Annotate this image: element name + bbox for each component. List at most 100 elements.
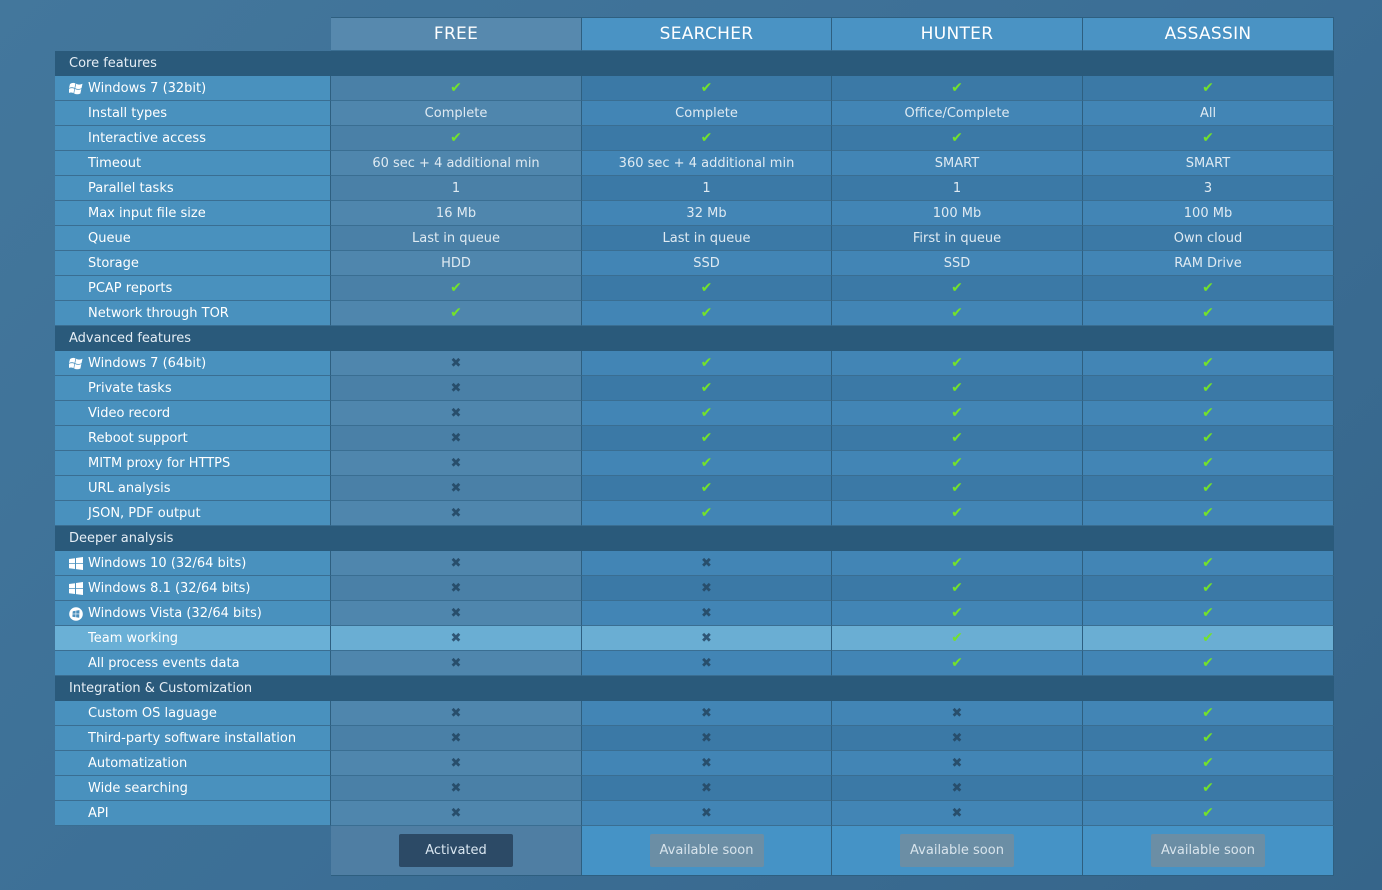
plan-value-cell: ✖: [582, 576, 832, 601]
feature-label-cell: PCAP reports: [55, 276, 331, 301]
table-row: Max input file size 16 Mb 32 Mb 100 Mb 100 M…: [55, 201, 1334, 226]
feature-label: Max input file size: [88, 205, 206, 221]
plans-header-row: FREE SEARCHER HUNTER ASSASSIN: [55, 17, 1334, 51]
plan-value-cell: 100 Mb: [832, 201, 1083, 226]
check-icon: ✔: [1202, 480, 1214, 496]
check-icon: ✔: [450, 130, 462, 146]
cross-icon: ✖: [450, 730, 462, 746]
cross-icon: ✖: [450, 405, 462, 421]
cross-icon: ✖: [951, 730, 963, 746]
feature-label: Windows Vista (32/64 bits): [88, 605, 262, 621]
plan-value-cell: ✔: [582, 276, 832, 301]
plan-value-cell: ✔: [1083, 726, 1334, 751]
plan-value: Own cloud: [1173, 230, 1243, 246]
cross-icon: ✖: [450, 355, 462, 371]
feature-label-cell: Max input file size: [55, 201, 331, 226]
cross-icon: ✖: [701, 605, 712, 621]
check-icon: ✔: [1202, 655, 1214, 671]
plan-value-cell: SSD: [832, 251, 1083, 276]
feature-label: Third-party software installation: [88, 730, 297, 746]
plan-value-cell: ✖: [331, 626, 582, 651]
cross-icon: ✖: [701, 755, 712, 771]
plan-value-cell: ✔: [832, 576, 1083, 601]
plan-value-cell: 1: [582, 176, 832, 201]
table-row: Wide searching ✖ ✖ ✖ ✔: [55, 776, 1334, 801]
available-soon-button-searcher[interactable]: Available soon: [649, 834, 764, 867]
plan-value-cell: First in queue: [832, 226, 1083, 251]
windows-7-icon: [68, 82, 83, 95]
plan-value: 100 Mb: [932, 205, 982, 221]
check-icon: ✔: [1202, 805, 1214, 821]
plan-value-cell: ✖: [582, 551, 832, 576]
feature-label: Wide searching: [88, 780, 188, 796]
feature-label-cell: Timeout: [55, 151, 331, 176]
check-icon: ✔: [450, 80, 462, 96]
feature-label: Network through TOR: [88, 305, 229, 321]
activated-button[interactable]: Activated: [399, 834, 513, 867]
plan-value: SSD: [693, 255, 720, 271]
feature-label-cell: Windows 7 (32bit): [55, 76, 331, 101]
plan-value: RAM Drive: [1174, 255, 1242, 271]
plan-value-cell: ✖: [331, 476, 582, 501]
check-icon: ✔: [700, 280, 713, 296]
feature-label-cell: Network through TOR: [55, 301, 331, 326]
cross-icon: ✖: [951, 755, 963, 771]
footer-cell-free: Activated: [331, 826, 582, 876]
plan-value-cell: 360 sec + 4 additional min: [582, 151, 832, 176]
plan-value-cell: ✖: [331, 776, 582, 801]
windows-10-icon: [69, 557, 83, 570]
table-row: Parallel tasks 1 1 1 3: [55, 176, 1334, 201]
cross-icon: ✖: [450, 555, 462, 571]
plan-value-cell: ✔: [1083, 276, 1334, 301]
check-icon: ✔: [951, 405, 963, 421]
cross-icon: ✖: [701, 780, 712, 796]
table-row: API ✖ ✖ ✖ ✔: [55, 801, 1334, 826]
plan-value-cell: ✔: [582, 476, 832, 501]
cross-icon: ✖: [450, 780, 462, 796]
plan-value-cell: ✔: [1083, 751, 1334, 776]
table-row: Video record ✖ ✔ ✔ ✔: [55, 401, 1334, 426]
cross-icon: ✖: [701, 580, 712, 596]
plan-value-cell: ✔: [582, 76, 832, 101]
check-icon: ✔: [951, 430, 963, 446]
check-icon: ✔: [951, 655, 963, 671]
feature-label-cell: Install types: [55, 101, 331, 126]
footer-cell-hunter: Available soon: [832, 826, 1083, 876]
plan-value-cell: ✖: [331, 401, 582, 426]
feature-label: Interactive access: [88, 130, 206, 146]
check-icon: ✔: [1202, 605, 1214, 621]
cross-icon: ✖: [450, 705, 462, 721]
plan-value-cell: ✖: [582, 651, 832, 676]
table-row: Team working ✖ ✖ ✔ ✔: [55, 626, 1334, 651]
cross-icon: ✖: [701, 555, 712, 571]
feature-label-cell: Custom OS laguage: [55, 701, 331, 726]
check-icon: ✔: [951, 80, 963, 96]
plan-value-cell: HDD: [331, 251, 582, 276]
feature-label-cell: Private tasks: [55, 376, 331, 401]
plan-value-cell: ✔: [1083, 651, 1334, 676]
plan-value-cell: ✖: [582, 701, 832, 726]
plan-value-cell: ✔: [832, 351, 1083, 376]
plan-value-cell: ✔: [331, 126, 582, 151]
check-icon: ✔: [1202, 280, 1214, 296]
feature-label-cell: Windows 10 (32/64 bits): [55, 551, 331, 576]
plan-value-cell: ✔: [1083, 351, 1334, 376]
plan-value-cell: ✔: [582, 301, 832, 326]
plan-value-cell: ✖: [331, 601, 582, 626]
table-row: Storage HDD SSD SSD RAM Drive: [55, 251, 1334, 276]
available-soon-button-assassin[interactable]: Available soon: [1151, 834, 1265, 867]
feature-label: Team working: [88, 630, 179, 646]
plan-value: All: [1199, 105, 1217, 121]
plan-value-cell: SMART: [832, 151, 1083, 176]
plan-value-cell: ✔: [582, 401, 832, 426]
plan-value: 32 Mb: [686, 205, 727, 221]
plan-value: Complete: [675, 105, 738, 121]
windows-7-icon: [68, 357, 83, 370]
plan-value-cell: ✖: [331, 751, 582, 776]
check-icon: ✔: [1202, 380, 1214, 396]
available-soon-button-hunter[interactable]: Available soon: [900, 834, 1014, 867]
plan-value-cell: ✔: [832, 426, 1083, 451]
plan-value-cell: 60 sec + 4 additional min: [331, 151, 582, 176]
check-icon: ✔: [951, 555, 963, 571]
plan-value-cell: RAM Drive: [1083, 251, 1334, 276]
